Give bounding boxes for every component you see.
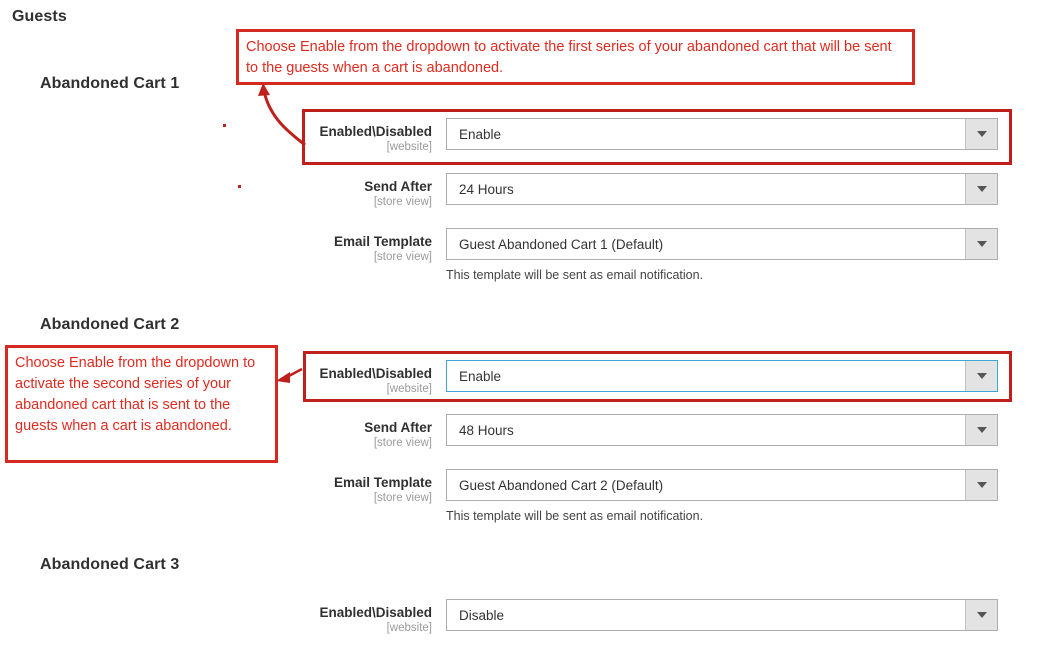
select-enabled-disabled-2[interactable]: Enable — [446, 360, 998, 392]
field-label-text: Send After — [364, 420, 432, 435]
select-enabled-disabled-1[interactable]: Enable — [446, 118, 998, 150]
field-scope-text: [website] — [386, 140, 432, 153]
field-label-send-after-1: Send After [store view] — [311, 173, 446, 209]
select-value[interactable]: Guest Abandoned Cart 1 (Default) — [446, 228, 998, 260]
field-label-text: Enabled\Disabled — [319, 124, 432, 139]
field-scope-text: [store view] — [373, 491, 432, 504]
select-value[interactable]: 48 Hours — [446, 414, 998, 446]
field-note-email-template-2: This template will be sent as email noti… — [446, 509, 704, 523]
field-label-text: Email Template — [333, 234, 432, 249]
field-row-enabled-disabled-1: Enabled\Disabled [website] Enable — [311, 118, 998, 154]
chevron-down-icon[interactable] — [965, 361, 997, 391]
field-row-email-template-2: Email Template [store view] Guest Abando… — [311, 469, 998, 505]
select-email-template-2[interactable]: Guest Abandoned Cart 2 (Default) — [446, 469, 998, 501]
annotation-callout-2: Choose Enable from the dropdown to activ… — [5, 345, 278, 463]
select-send-after-1[interactable]: 24 Hours — [446, 173, 998, 205]
section-title-abandoned-cart-2: Abandoned Cart 2 — [40, 316, 180, 333]
field-row-email-template-1: Email Template [store view] Guest Abando… — [311, 228, 998, 264]
arrow-head-2 — [276, 372, 290, 383]
chevron-down-icon[interactable] — [965, 600, 997, 630]
field-row-enabled-disabled-3: Enabled\Disabled [website] Disable — [311, 599, 998, 635]
section-title-abandoned-cart-1: Abandoned Cart 1 — [40, 75, 180, 92]
field-scope-text: [store view] — [373, 250, 432, 263]
select-value[interactable]: Enable — [446, 360, 998, 392]
field-row-enabled-disabled-2: Enabled\Disabled [website] Enable — [311, 360, 998, 396]
field-label-text: Enabled\Disabled — [319, 605, 432, 620]
screenshot-root: Guests Abandoned Cart 1 Abandoned Cart 2… — [0, 0, 1041, 669]
select-send-after-2[interactable]: 48 Hours — [446, 414, 998, 446]
field-note-email-template-1: This template will be sent as email noti… — [446, 268, 704, 282]
chevron-down-icon[interactable] — [965, 229, 997, 259]
field-row-send-after-2: Send After [store view] 48 Hours — [311, 414, 998, 450]
select-value[interactable]: Guest Abandoned Cart 2 (Default) — [446, 469, 998, 501]
field-label-text: Send After — [364, 179, 432, 194]
chevron-down-icon[interactable] — [965, 415, 997, 445]
annotation-callout-1: Choose Enable from the dropdown to activ… — [236, 29, 915, 85]
field-label-email-template-2: Email Template [store view] — [311, 469, 446, 505]
field-label-enabled-disabled-1: Enabled\Disabled [website] — [311, 118, 446, 154]
select-value[interactable]: Enable — [446, 118, 998, 150]
red-dot-marker-2 — [238, 185, 241, 188]
select-email-template-1[interactable]: Guest Abandoned Cart 1 (Default) — [446, 228, 998, 260]
page-title: Guests — [12, 8, 67, 25]
field-scope-text: [store view] — [373, 436, 432, 449]
chevron-down-icon[interactable] — [965, 470, 997, 500]
field-label-email-template-1: Email Template [store view] — [311, 228, 446, 264]
field-scope-text: [store view] — [373, 195, 432, 208]
field-scope-text: [website] — [386, 621, 432, 634]
field-label-enabled-disabled-2: Enabled\Disabled [website] — [311, 360, 446, 396]
field-label-enabled-disabled-3: Enabled\Disabled [website] — [311, 599, 446, 635]
field-label-send-after-2: Send After [store view] — [311, 414, 446, 450]
field-scope-text: [website] — [386, 382, 432, 395]
select-value[interactable]: Disable — [446, 599, 998, 631]
field-label-text: Enabled\Disabled — [319, 366, 432, 381]
red-dot-marker-1 — [223, 124, 226, 127]
arrow-line-2 — [284, 367, 303, 380]
field-label-text: Email Template — [333, 475, 432, 490]
field-row-send-after-1: Send After [store view] 24 Hours — [311, 173, 998, 209]
select-value[interactable]: 24 Hours — [446, 173, 998, 205]
section-title-abandoned-cart-3: Abandoned Cart 3 — [40, 556, 180, 573]
select-enabled-disabled-3[interactable]: Disable — [446, 599, 998, 631]
chevron-down-icon[interactable] — [965, 119, 997, 149]
chevron-down-icon[interactable] — [965, 174, 997, 204]
arrow-curve-1 — [263, 94, 306, 147]
